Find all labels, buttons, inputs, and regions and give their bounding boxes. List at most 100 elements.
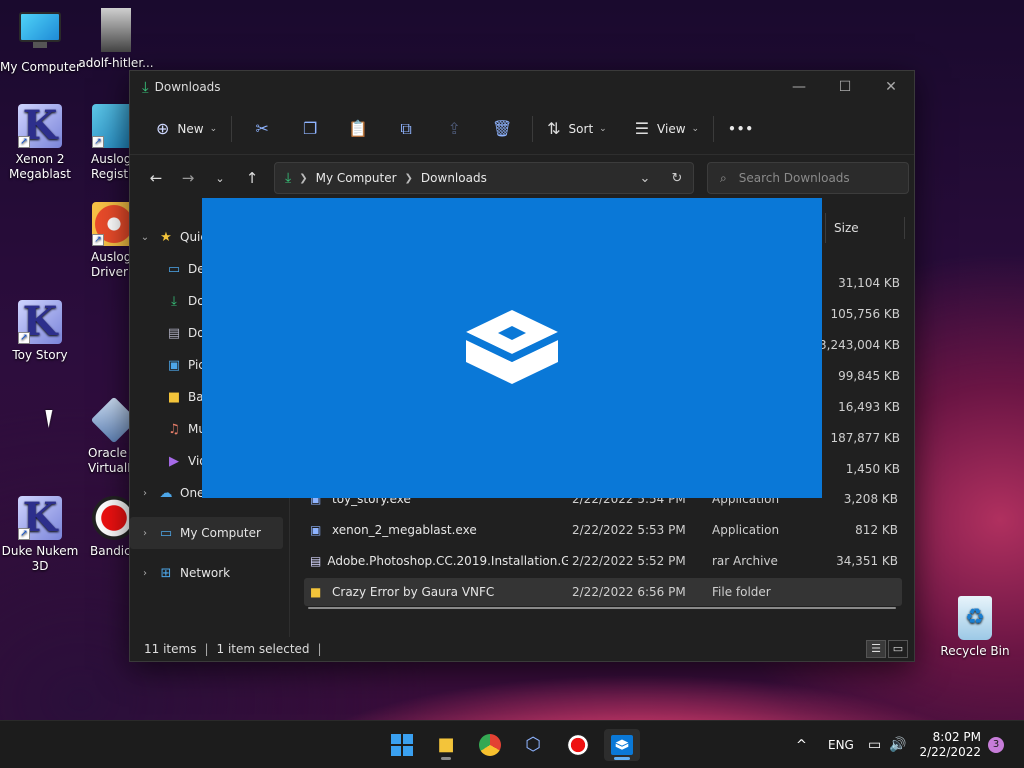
view-label: View: [657, 121, 686, 136]
file-row[interactable]: ▣ xenon_2_megablast.exe 2/22/2022 5:53 PM…: [304, 516, 902, 544]
sort-button[interactable]: ⇅ Sort ⌄: [539, 113, 615, 145]
taskbar: ■ ⬡ ^ ENG ▭ 🔊 8:02 PM 2/22/2022 3: [0, 720, 1024, 768]
sort-icon: ⇅: [547, 119, 561, 138]
desktop-icon-recycle-bin[interactable]: ♻ Recycle Bin: [935, 596, 1015, 659]
desktop-icon: ▭: [167, 261, 181, 277]
up-arrow-icon[interactable]: ↑: [236, 169, 268, 187]
chevron-right-icon[interactable]: ›: [134, 528, 156, 539]
file-date: 2/22/2022 5:53 PM: [572, 523, 686, 537]
selection-count: 1 item selected: [216, 642, 310, 656]
sort-label: Sort: [568, 121, 594, 136]
file-row-selected[interactable]: ■ Crazy Error by Gaura VNFC 2/22/2022 6:5…: [304, 578, 902, 606]
chevron-right-icon[interactable]: ›: [134, 488, 156, 499]
view-button[interactable]: ☰ View ⌄: [627, 113, 707, 145]
cut-icon[interactable]: ✂: [238, 119, 286, 138]
desktop-icon-label: Recycle Bin: [940, 644, 1010, 658]
chevron-down-icon: ⌄: [209, 123, 218, 134]
maximize-button[interactable]: ☐: [822, 79, 868, 95]
chevron-right-icon: ❯: [299, 172, 308, 184]
desktop-icon-label: Duke Nukem 3D: [1, 544, 79, 573]
chevron-down-icon: ⌄: [599, 123, 607, 134]
address-bar[interactable]: ⤓ ❯ My Computer ❯ Downloads ⌄ ↻: [274, 162, 694, 194]
pictures-icon: ▣: [167, 357, 181, 373]
taskbar-sandbox[interactable]: [604, 729, 640, 761]
sandbox-splash: [202, 198, 822, 498]
minimize-button[interactable]: —: [776, 79, 822, 95]
file-date: 2/22/2022 5:52 PM: [572, 554, 686, 568]
search-input[interactable]: ⌕ Search Downloads: [707, 162, 909, 194]
music-icon: ♫: [168, 421, 180, 437]
taskbar-chrome[interactable]: [472, 729, 508, 761]
recent-chevron-icon[interactable]: ⌄: [204, 172, 236, 185]
file-row[interactable]: ▤ Adobe.Photoshop.CC.2019.Installation.G.…: [304, 547, 902, 575]
desktop-icon-photo[interactable]: adolf-hitler...: [76, 8, 156, 71]
document-icon: ▤: [167, 325, 181, 341]
details-view-icon[interactable]: ☰: [866, 640, 886, 658]
language-indicator[interactable]: ENG: [828, 738, 854, 752]
network-icon: ⊞: [160, 565, 172, 581]
nav-item-network[interactable]: › ⊞ Network: [130, 557, 289, 589]
back-arrow-icon[interactable]: ←: [140, 169, 172, 187]
virtualbox-icon: ⬡: [525, 734, 541, 755]
new-label: New: [177, 121, 204, 136]
file-type: File folder: [712, 585, 771, 599]
share-icon[interactable]: ⇪: [430, 119, 478, 138]
more-options-button[interactable]: •••: [720, 113, 762, 145]
sandbox-icon: [611, 735, 633, 755]
paste-icon[interactable]: 📋: [334, 119, 382, 138]
notification-badge[interactable]: 3: [988, 737, 1004, 753]
chevron-down-icon[interactable]: ⌄: [134, 232, 156, 243]
column-header-size[interactable]: Size: [825, 213, 905, 243]
divider: [713, 115, 715, 142]
download-icon: ⤓: [142, 78, 149, 96]
close-button[interactable]: ✕: [868, 79, 914, 95]
new-button[interactable]: ⊕ New ⌄: [148, 113, 225, 145]
start-icon: [391, 734, 413, 756]
file-size: 812 KB: [855, 523, 898, 537]
clock[interactable]: 8:02 PM 2/22/2022: [919, 730, 981, 760]
status-bar: 11 items | 1 item selected | ☰ ▭: [130, 637, 914, 661]
tiles-view-icon[interactable]: ▭: [888, 640, 908, 658]
rename-icon[interactable]: ⧉: [382, 119, 430, 139]
address-dropdown-icon[interactable]: ⌄: [629, 171, 661, 186]
taskbar-recorder[interactable]: [560, 729, 596, 761]
file-size: 34,351 KB: [836, 554, 898, 568]
copy-icon[interactable]: ❐: [286, 119, 334, 138]
mouse-cursor-icon: [45, 410, 56, 428]
video-icon: ▶: [169, 453, 179, 469]
delete-icon[interactable]: 🗑: [478, 119, 526, 138]
taskbar-virtualbox[interactable]: ⬡: [515, 729, 551, 761]
chrome-icon: [479, 734, 501, 756]
desktop-icon-label: Xenon 2 Megablast: [9, 152, 71, 181]
desktop-icon-toy-story[interactable]: K ↗ Toy Story: [0, 300, 80, 363]
network-status-icon[interactable]: ▭: [868, 737, 881, 753]
search-placeholder: Search Downloads: [738, 171, 850, 185]
file-explorer-icon: ■: [437, 734, 455, 755]
file-name: Adobe.Photoshop.CC.2019.Installation.G..…: [327, 554, 568, 568]
desktop-icon-label: Toy Story: [12, 348, 68, 362]
more-icon: •••: [728, 121, 755, 136]
recycle-bin-icon: ♻: [958, 596, 992, 640]
breadcrumb-my-computer[interactable]: My Computer: [316, 171, 397, 185]
horizontal-scrollbar[interactable]: [308, 607, 896, 609]
file-type: rar Archive: [712, 554, 778, 568]
volume-icon[interactable]: 🔊: [889, 737, 906, 753]
nav-item-my-computer[interactable]: › ▭ My Computer: [130, 517, 283, 549]
chevron-right-icon[interactable]: ›: [134, 568, 156, 579]
breadcrumb-downloads[interactable]: Downloads: [421, 171, 487, 185]
desktop-icon-my-computer[interactable]: My Computer: [0, 8, 81, 75]
desktop-icon-xenon[interactable]: K ↗ Xenon 2 Megablast: [0, 104, 80, 182]
folder-icon: ■: [310, 585, 322, 599]
start-button[interactable]: [384, 729, 420, 761]
refresh-icon[interactable]: ↻: [661, 171, 693, 186]
taskbar-file-explorer[interactable]: ■: [428, 729, 464, 761]
title-bar[interactable]: ⤓ Downloads — ☐ ✕: [130, 71, 914, 103]
plus-circle-icon: ⊕: [156, 119, 170, 138]
desktop-icon-duke-nukem[interactable]: K ↗ Duke Nukem 3D: [0, 496, 80, 574]
file-date: 2/22/2022 6:56 PM: [572, 585, 686, 599]
forward-arrow-icon[interactable]: →: [172, 169, 204, 187]
tray-overflow-chevron-icon[interactable]: ^: [796, 738, 807, 753]
address-row: ← → ⌄ ↑ ⤓ ❯ My Computer ❯ Downloads ⌄ ↻ …: [130, 155, 914, 201]
k-app-icon: K ↗: [18, 104, 62, 148]
clock-date: 2/22/2022: [919, 745, 981, 759]
